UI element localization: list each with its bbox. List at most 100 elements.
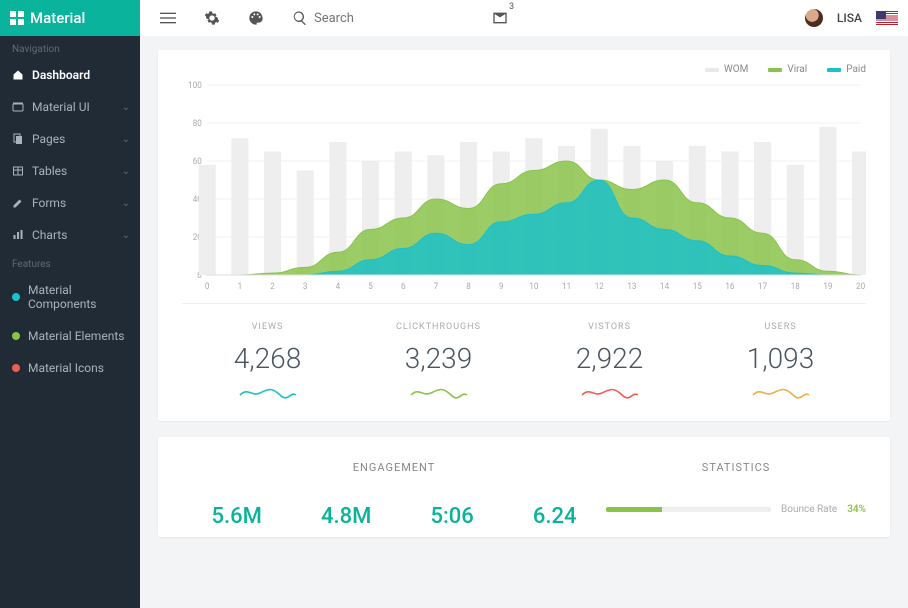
- stat-clickthroughs: CLICKTHROUGHS 3,239: [353, 322, 524, 401]
- sidebar-section-nav: Navigation: [0, 36, 140, 59]
- legend-item: Viral: [768, 64, 807, 75]
- svg-text:12: 12: [595, 282, 604, 291]
- svg-text:8: 8: [466, 282, 471, 291]
- sidebar-item-pages[interactable]: Pages⌄: [0, 123, 140, 155]
- stat-value: 1,093: [695, 342, 866, 375]
- svg-text:18: 18: [791, 282, 800, 291]
- stat-value: 3,239: [353, 342, 524, 375]
- chevron-down-icon: ⌄: [122, 102, 130, 113]
- chevron-down-icon: ⌄: [122, 230, 130, 241]
- search-input[interactable]: [314, 11, 394, 26]
- chart-icon: [12, 229, 24, 241]
- stat-vistors: VISTORS 2,922: [524, 322, 695, 401]
- brand-label: Material: [30, 9, 85, 27]
- sidebar-item-forms[interactable]: Forms ⌄: [0, 187, 140, 219]
- sidebar-feature-material-icons[interactable]: Material Icons: [0, 352, 140, 384]
- mail-icon[interactable]: 3: [492, 10, 508, 26]
- svg-text:100: 100: [188, 81, 202, 91]
- svg-text:19: 19: [823, 282, 832, 291]
- table-icon: [12, 165, 24, 177]
- menu-icon[interactable]: [160, 10, 176, 26]
- sidebar-item-label: Material Components: [28, 283, 128, 311]
- dot-icon: [12, 293, 20, 301]
- topbar: Material 3 LISA: [0, 0, 908, 36]
- chevron-down-icon: ⌄: [122, 166, 130, 177]
- dot-icon: [12, 332, 20, 340]
- sidebar-item-label: Material Elements: [28, 329, 124, 343]
- chevron-down-icon: ⌄: [122, 198, 130, 209]
- main-chart: 0204060801000123456789101112131415161718…: [182, 81, 866, 291]
- stat-label: USERS: [695, 322, 866, 332]
- svg-text:17: 17: [758, 282, 767, 291]
- legend-item: WOM: [705, 64, 748, 75]
- brand[interactable]: Material: [0, 0, 140, 36]
- sidebar-item-label: Material Icons: [28, 361, 104, 375]
- sidebar-item-charts[interactable]: Charts ⌄: [0, 219, 140, 251]
- chart-legend: WOM Viral Paid: [182, 64, 866, 75]
- stat-row-pct: 34%: [847, 504, 866, 515]
- flag-us-icon[interactable]: [876, 11, 898, 25]
- svg-text:7: 7: [434, 282, 439, 291]
- sidebar-item-label: Dashboard: [32, 68, 90, 82]
- chevron-down-icon: ⌄: [122, 134, 130, 145]
- svg-text:13: 13: [627, 282, 636, 291]
- sidebar-item-label: Charts: [32, 228, 67, 242]
- stat-row-label: Bounce Rate: [781, 504, 837, 515]
- stat-views: VIEWS 4,268: [182, 322, 353, 401]
- sparkline-icon: [409, 385, 469, 401]
- svg-text:6: 6: [401, 282, 406, 291]
- main-chart-card: WOMViralPaid 020406080100012345678910111…: [158, 50, 890, 421]
- lower-card: ENGAGEMENT 5.6M4.8M5:066.24 STATISTICS B…: [158, 437, 890, 537]
- home-icon: [12, 69, 24, 81]
- dot-icon: [12, 364, 20, 372]
- sidebar-feature-material-components[interactable]: Material Components: [0, 274, 140, 320]
- engagement-value: 5:06: [430, 504, 473, 529]
- sidebar-item-tables[interactable]: Tables ⌄: [0, 155, 140, 187]
- sidebar-feature-material-elements[interactable]: Material Elements: [0, 320, 140, 352]
- sparkline-icon: [238, 385, 298, 401]
- svg-text:1: 1: [238, 282, 243, 291]
- svg-text:3: 3: [303, 282, 308, 291]
- svg-text:14: 14: [660, 282, 669, 291]
- pages-icon: [12, 133, 24, 145]
- progress-bar: [606, 507, 771, 512]
- svg-text:0: 0: [205, 282, 210, 291]
- svg-text:2: 2: [270, 282, 275, 291]
- stat-label: CLICKTHROUGHS: [353, 322, 524, 332]
- svg-text:15: 15: [693, 282, 702, 291]
- engagement-title: ENGAGEMENT: [182, 461, 606, 474]
- svg-text:16: 16: [725, 282, 734, 291]
- svg-text:20: 20: [856, 282, 865, 291]
- svg-text:80: 80: [193, 119, 202, 130]
- logo-icon: [10, 11, 24, 25]
- svg-text:4: 4: [336, 282, 341, 291]
- sidebar-item-material-ui[interactable]: Material UI ⌄: [0, 91, 140, 123]
- sparkline-icon: [580, 385, 640, 401]
- stats-row: VIEWS 4,268 CLICKTHROUGHS 3,239 VISTORS …: [182, 303, 866, 401]
- search-icon[interactable]: [292, 10, 308, 26]
- sidebar-item-dashboard[interactable]: Dashboard: [0, 59, 140, 91]
- palette-icon[interactable]: [248, 10, 264, 26]
- sidebar: Navigation DashboardMaterial UI⌄Pages⌄Ta…: [0, 36, 140, 608]
- stat-value: 2,922: [524, 342, 695, 375]
- avatar[interactable]: [805, 9, 823, 27]
- sidebar-item-label: Forms: [32, 196, 66, 210]
- svg-text:10: 10: [529, 282, 538, 291]
- stat-users: USERS 1,093: [695, 322, 866, 401]
- svg-text:11: 11: [562, 282, 571, 291]
- username[interactable]: LISA: [837, 11, 862, 25]
- stat-row: Bounce Rate 34%: [606, 504, 866, 515]
- legend-item: Paid: [827, 64, 866, 75]
- sidebar-item-label: Material UI: [32, 100, 90, 114]
- stat-value: 4,268: [182, 342, 353, 375]
- statistics-title: STATISTICS: [606, 461, 866, 474]
- app-icon: [12, 101, 24, 113]
- sidebar-item-label: Tables: [32, 164, 67, 178]
- sparkline-icon: [751, 385, 811, 401]
- svg-text:9: 9: [499, 282, 504, 291]
- svg-text:5: 5: [368, 282, 373, 291]
- stat-label: VISTORS: [524, 322, 695, 332]
- engagement-value: 4.8M: [321, 504, 371, 529]
- engagement-value: 6.24: [533, 504, 577, 529]
- gear-icon[interactable]: [204, 10, 220, 26]
